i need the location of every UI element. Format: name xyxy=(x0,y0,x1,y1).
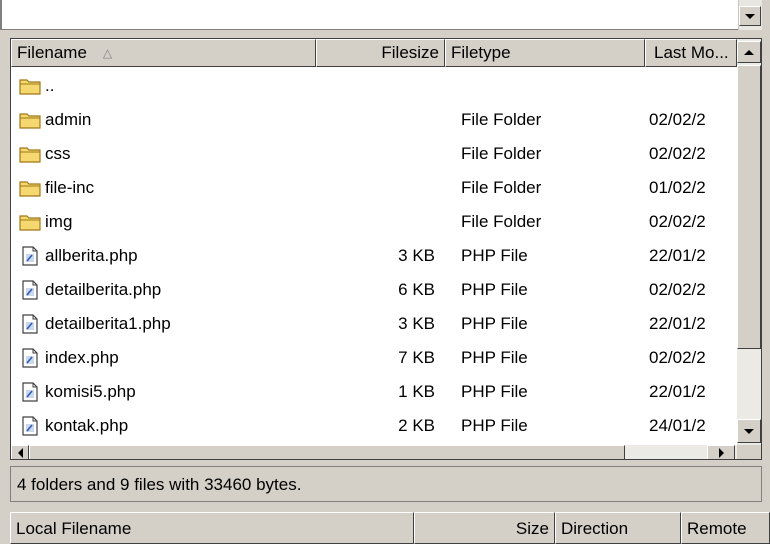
php-file-icon xyxy=(19,416,41,436)
scroll-right-button[interactable] xyxy=(707,445,735,459)
file-type: PHP File xyxy=(461,348,528,367)
file-modified-date: 02/02/2 xyxy=(649,280,706,299)
queue-column-local-filename[interactable]: Local Filename xyxy=(10,512,414,544)
scroll-down-arrow-icon xyxy=(745,13,755,19)
file-name: komisi5.php xyxy=(45,382,136,401)
file-name: file-inc xyxy=(45,178,95,197)
file-modified-date: 22/01/2 xyxy=(649,246,706,265)
horizontal-scroll-thumb[interactable] xyxy=(29,445,625,459)
file-modified-date: 02/02/2 xyxy=(649,144,706,163)
scroll-left-arrow-icon xyxy=(17,448,23,458)
file-row[interactable]: img File Folder 02/02/2 xyxy=(11,205,736,239)
column-header-last-modified[interactable]: Last Mo... xyxy=(645,39,737,67)
file-size xyxy=(311,205,435,239)
file-type: PHP File xyxy=(461,382,528,401)
queue-column-direction[interactable]: Direction xyxy=(555,512,681,544)
file-list-horizontal-scrollbar[interactable] xyxy=(11,445,737,459)
sort-ascending-icon: △ xyxy=(102,46,113,60)
file-name: admin xyxy=(45,110,92,129)
file-size xyxy=(311,171,435,205)
transfer-queue-header: Local Filename Size Direction Remote xyxy=(10,512,770,544)
file-row[interactable]: admin File Folder 02/02/2 xyxy=(11,103,736,137)
queue-column-size[interactable]: Size xyxy=(414,512,555,544)
scroll-right-arrow-icon xyxy=(718,448,724,458)
status-bar: 4 folders and 9 files with 33460 bytes. xyxy=(10,466,762,502)
file-modified-date: 01/02/2 xyxy=(649,178,706,197)
scroll-up-arrow-icon xyxy=(744,49,754,55)
file-type: File Folder xyxy=(461,110,542,129)
file-modified-date: 02/02/2 xyxy=(649,110,706,129)
scroll-thumb[interactable] xyxy=(737,65,761,349)
file-modified-date: 22/01/2 xyxy=(649,382,706,401)
file-modified-date: 24/01/2 xyxy=(649,416,706,435)
file-name: css xyxy=(45,144,71,163)
scroll-down-arrow-icon xyxy=(744,428,754,434)
folder-icon xyxy=(19,144,41,164)
file-row[interactable]: allberita.php 3 KB PHP File 22/01/2 xyxy=(11,239,736,273)
file-list-vertical-scrollbar[interactable] xyxy=(737,39,761,445)
remote-tree-pane[interactable] xyxy=(0,0,738,30)
file-modified-date: 22/01/2 xyxy=(649,314,706,333)
file-size xyxy=(311,69,435,103)
column-header-filesize[interactable]: Filesize xyxy=(316,39,445,67)
php-file-icon xyxy=(19,314,41,334)
file-modified-date: 02/02/2 xyxy=(649,212,706,231)
file-type: File Folder xyxy=(461,178,542,197)
file-row[interactable]: kontak.php 2 KB PHP File 24/01/2 xyxy=(11,409,736,443)
file-row[interactable]: .. xyxy=(11,69,736,103)
column-header-filename[interactable]: Filename △ xyxy=(11,39,316,67)
file-size: 7 KB xyxy=(398,348,435,367)
file-type: PHP File xyxy=(461,314,528,333)
scroll-left-button[interactable] xyxy=(11,445,29,459)
scrollbar-corner xyxy=(737,445,761,459)
file-size: 2 KB xyxy=(398,416,435,435)
file-type: File Folder xyxy=(461,212,542,231)
folder-icon xyxy=(19,212,41,232)
file-type: PHP File xyxy=(461,246,528,265)
php-file-icon xyxy=(19,280,41,300)
top-pane-scroll-down-button[interactable] xyxy=(739,6,761,26)
file-list[interactable]: Filename △ Filesize Filetype Last Mo... .… xyxy=(10,38,762,460)
file-name: allberita.php xyxy=(45,246,138,265)
file-size: 3 KB xyxy=(398,246,435,265)
php-file-icon xyxy=(19,382,41,402)
file-row[interactable]: file-inc File Folder 01/02/2 xyxy=(11,171,736,205)
file-row[interactable]: css File Folder 02/02/2 xyxy=(11,137,736,171)
file-type: PHP File xyxy=(461,416,528,435)
file-type: File Folder xyxy=(461,144,542,163)
folder-icon xyxy=(19,76,41,96)
file-modified-date xyxy=(649,69,737,103)
scroll-down-button[interactable] xyxy=(737,419,761,443)
file-name: detailberita1.php xyxy=(45,314,171,333)
file-name: .. xyxy=(45,76,55,95)
file-name: detailberita.php xyxy=(45,280,162,299)
folder-icon xyxy=(19,110,41,130)
queue-column-remote[interactable]: Remote xyxy=(681,512,770,544)
file-row[interactable]: komisi5.php 1 KB PHP File 22/01/2 xyxy=(11,375,736,409)
scroll-up-button[interactable] xyxy=(737,41,761,63)
file-size: 3 KB xyxy=(398,314,435,333)
file-type: PHP File xyxy=(461,280,528,299)
file-row[interactable]: index.php 7 KB PHP File 02/02/2 xyxy=(11,341,736,375)
file-size xyxy=(311,103,435,137)
php-file-icon xyxy=(19,246,41,266)
column-header-filetype[interactable]: Filetype xyxy=(445,39,645,67)
status-text: 4 folders and 9 files with 33460 bytes. xyxy=(17,475,302,494)
file-row[interactable]: detailberita.php 6 KB PHP File 02/02/2 xyxy=(11,273,736,307)
file-size: 6 KB xyxy=(398,280,435,299)
file-name: img xyxy=(45,212,73,231)
file-row[interactable]: detailberita1.php 3 KB PHP File 22/01/2 xyxy=(11,307,736,341)
folder-icon xyxy=(19,178,41,198)
top-pane-scrollbar[interactable] xyxy=(738,0,762,30)
file-size: 1 KB xyxy=(398,382,435,401)
file-modified-date: 02/02/2 xyxy=(649,348,706,367)
php-file-icon xyxy=(19,348,41,368)
file-name: kontak.php xyxy=(45,416,129,435)
file-name: index.php xyxy=(45,348,119,367)
file-size xyxy=(311,137,435,171)
